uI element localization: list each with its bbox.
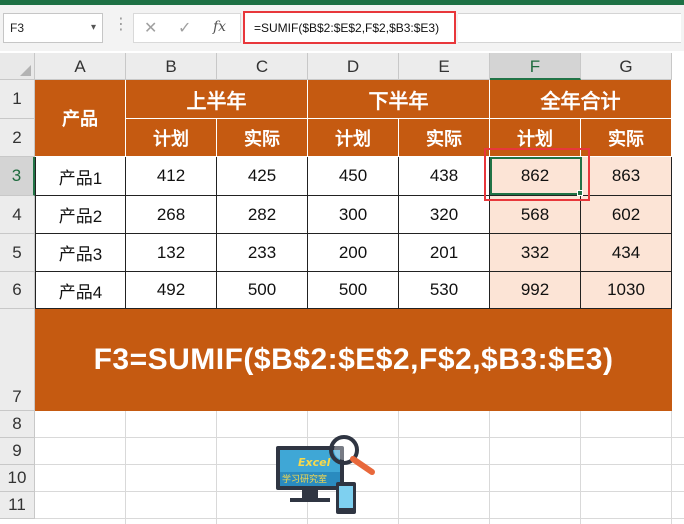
header-sub-6[interactable]: 实际 xyxy=(581,119,672,157)
cell-b4[interactable]: 268 xyxy=(126,196,217,234)
chevron-down-icon[interactable]: ▾ xyxy=(91,22,96,33)
formula-input[interactable]: =SUMIF($B$2:$E$2,F$2,$B3:$E3) xyxy=(243,11,456,44)
cell-b6[interactable]: 492 xyxy=(126,272,217,309)
cell-g6[interactable]: 1030 xyxy=(581,272,672,309)
column-header-f[interactable]: F xyxy=(490,53,581,80)
cell-c5[interactable]: 233 xyxy=(217,234,308,272)
cell-d3[interactable]: 450 xyxy=(308,157,399,196)
row-header-3[interactable]: 3 xyxy=(0,157,35,196)
row-header-5[interactable]: 5 xyxy=(0,234,35,272)
column-header-a[interactable]: A xyxy=(35,53,126,80)
header-group-3[interactable]: 全年合计 xyxy=(490,80,672,119)
formula-banner: F3=SUMIF($B$2:$E$2,F$2,$B3:$E3) xyxy=(35,309,672,411)
row-header-11[interactable]: 11 xyxy=(0,492,35,519)
cell-c6[interactable]: 500 xyxy=(217,272,308,309)
row-header-9[interactable]: 9 xyxy=(0,438,35,465)
select-all-corner[interactable] xyxy=(0,53,35,80)
header-group-2[interactable]: 下半年 xyxy=(308,80,490,119)
logo-subtext: 学习研究室 xyxy=(282,473,327,485)
logo-text: Excel xyxy=(298,456,331,469)
row-header-4[interactable]: 4 xyxy=(0,196,35,234)
cell-b3[interactable]: 412 xyxy=(126,157,217,196)
computer-magnifier-logo: Excel 学习研究室 xyxy=(276,435,375,514)
cell-b5[interactable]: 132 xyxy=(126,234,217,272)
select-all-triangle-icon xyxy=(20,65,31,76)
cell-a4[interactable]: 产品2 xyxy=(35,196,126,234)
cell-g5[interactable]: 434 xyxy=(581,234,672,272)
cell-g4[interactable]: 602 xyxy=(581,196,672,234)
header-sub-5[interactable]: 计划 xyxy=(490,119,581,157)
gridline xyxy=(398,411,399,524)
header-sub-1[interactable]: 计划 xyxy=(126,119,217,157)
gridline xyxy=(489,411,490,524)
column-header-b[interactable]: B xyxy=(126,53,217,80)
formula-text: =SUMIF($B$2:$E$2,F$2,$B3:$E3) xyxy=(254,21,440,35)
cell-g3[interactable]: 863 xyxy=(581,157,672,196)
gridline xyxy=(216,411,217,524)
cell-f3[interactable]: 862 xyxy=(490,157,581,196)
cell-c4[interactable]: 282 xyxy=(217,196,308,234)
cell-f5[interactable]: 332 xyxy=(490,234,581,272)
cell-d4[interactable]: 300 xyxy=(308,196,399,234)
cell-a3[interactable]: 产品1 xyxy=(35,157,126,196)
row-header-6[interactable]: 6 xyxy=(0,272,35,309)
check-icon[interactable]: ✓ xyxy=(178,18,191,38)
cell-e5[interactable]: 201 xyxy=(399,234,490,272)
row-header-8[interactable]: 8 xyxy=(0,411,35,438)
formula-input-extension[interactable] xyxy=(458,13,681,43)
cell-c3[interactable]: 425 xyxy=(217,157,308,196)
formula-bar-grip-icon[interactable]: ⋮ xyxy=(113,14,129,34)
column-header-e[interactable]: E xyxy=(399,53,490,80)
fill-handle[interactable] xyxy=(577,190,583,196)
gridline xyxy=(125,411,126,524)
gridline xyxy=(671,411,672,524)
cell-a6[interactable]: 产品4 xyxy=(35,272,126,309)
row-header-1[interactable]: 1 xyxy=(0,80,35,119)
cell-e6[interactable]: 530 xyxy=(399,272,490,309)
fx-icon[interactable]: fx xyxy=(213,19,226,35)
row-header-2[interactable]: 2 xyxy=(0,119,35,157)
header-product[interactable]: 产品 xyxy=(35,80,126,157)
cell-e3[interactable]: 438 xyxy=(399,157,490,196)
cell-d5[interactable]: 200 xyxy=(308,234,399,272)
cancel-x-icon[interactable]: ✕ xyxy=(144,18,157,38)
header-sub-4[interactable]: 实际 xyxy=(399,119,490,157)
column-header-d[interactable]: D xyxy=(308,53,399,80)
formula-bar-buttons: ✕ ✓ fx xyxy=(133,13,241,43)
row-header-7[interactable]: 7 xyxy=(0,309,35,411)
header-sub-2[interactable]: 实际 xyxy=(217,119,308,157)
header-group-1[interactable]: 上半年 xyxy=(126,80,308,119)
cell-a5[interactable]: 产品3 xyxy=(35,234,126,272)
row-header-10[interactable]: 10 xyxy=(0,465,35,492)
cell-d6[interactable]: 500 xyxy=(308,272,399,309)
cell-e4[interactable]: 320 xyxy=(399,196,490,234)
gridline xyxy=(580,411,581,524)
column-header-c[interactable]: C xyxy=(217,53,308,80)
gridline xyxy=(35,518,684,519)
header-sub-3[interactable]: 计划 xyxy=(308,119,399,157)
name-box[interactable]: F3 ▾ xyxy=(3,13,103,43)
name-box-value: F3 xyxy=(10,21,25,35)
cell-f4[interactable]: 568 xyxy=(490,196,581,234)
column-header-g[interactable]: G xyxy=(581,53,672,80)
cell-f6[interactable]: 992 xyxy=(490,272,581,309)
